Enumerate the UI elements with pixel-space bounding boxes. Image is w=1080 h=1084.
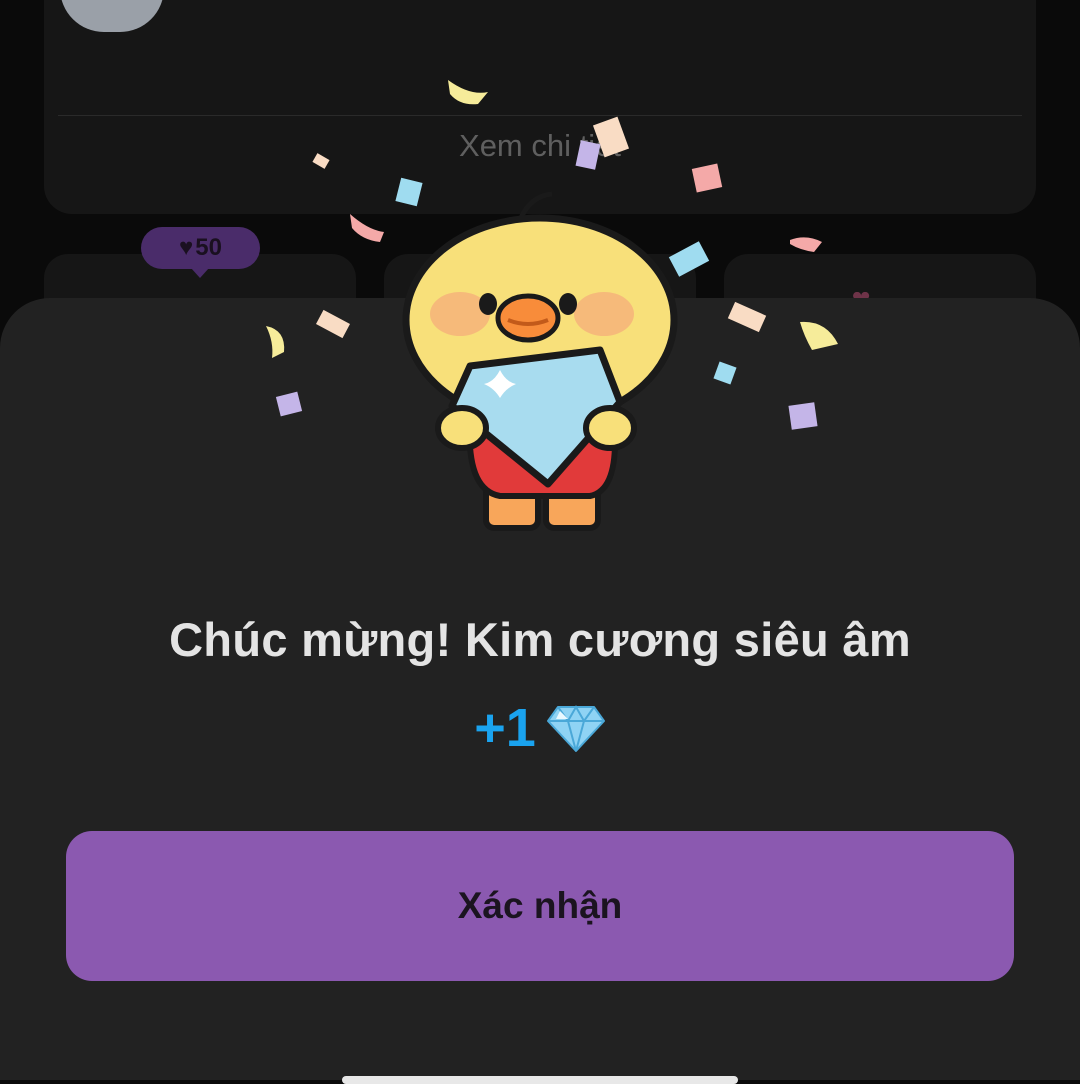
like-count-badge: ♥ 50 bbox=[141, 227, 260, 278]
diamond-icon bbox=[546, 704, 605, 752]
like-count: 50 bbox=[195, 234, 222, 261]
background-summary-card bbox=[44, 0, 1036, 214]
divider bbox=[58, 115, 1022, 116]
home-indicator[interactable] bbox=[342, 1076, 738, 1084]
dialog-title: Chúc mừng! Kim cương siêu âm bbox=[169, 613, 911, 666]
view-details-link[interactable]: Xem chi tiết bbox=[0, 128, 1080, 164]
confirm-button[interactable]: Xác nhận bbox=[66, 831, 1014, 981]
heart-icon: ♥ bbox=[179, 234, 194, 261]
reward-amount: +1 bbox=[474, 698, 536, 758]
reward-row: +1 bbox=[0, 696, 1080, 760]
